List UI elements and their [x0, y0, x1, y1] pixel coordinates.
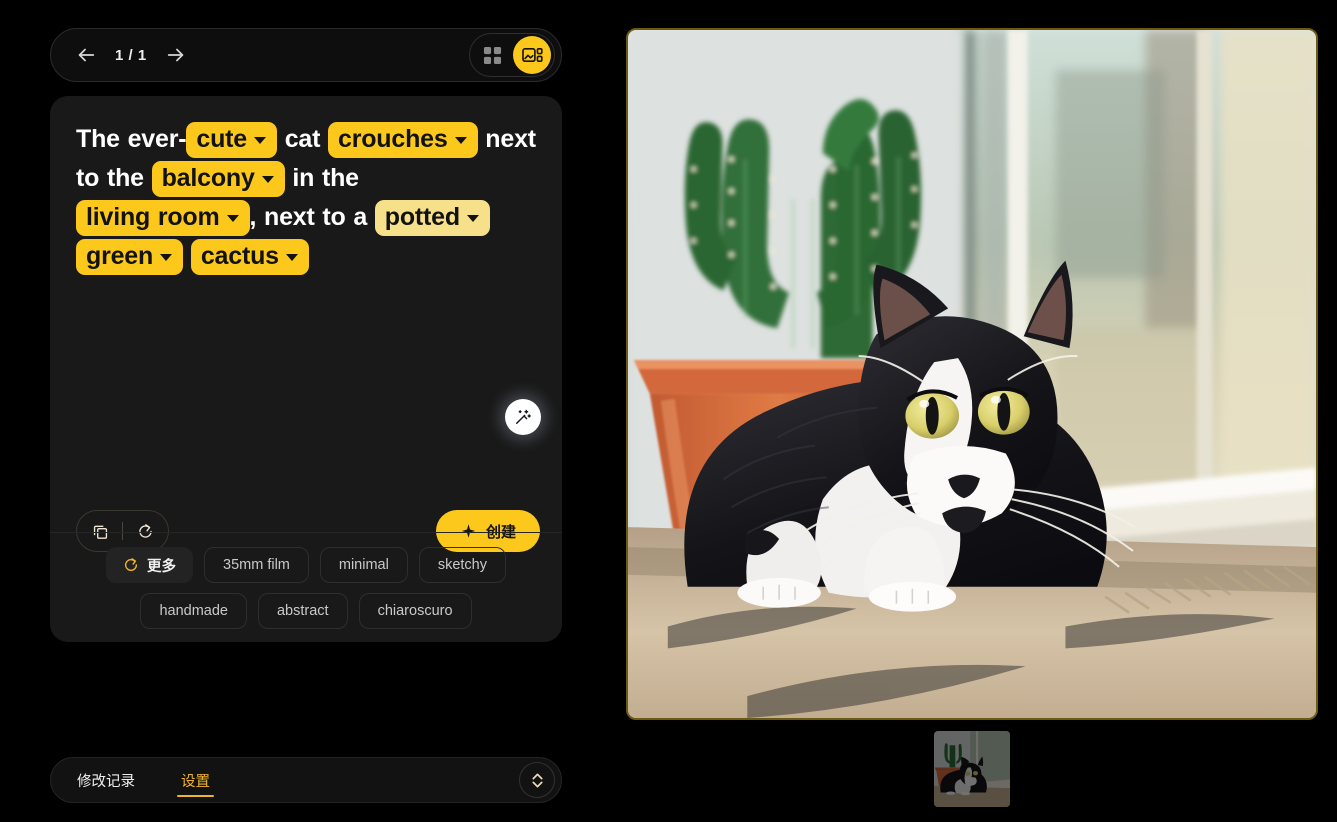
style-chip[interactable]: abstract — [257, 593, 348, 629]
prompt-static-text: cat — [276, 125, 328, 153]
style-row-1: 更多 35mm film minimal sketchy — [50, 547, 562, 583]
arrow-right-icon[interactable] — [161, 40, 191, 70]
style-chip[interactable]: chiaroscuro — [358, 593, 472, 629]
chevron-down-icon — [226, 215, 239, 222]
style-chip[interactable]: minimal — [319, 547, 408, 583]
prompt-chip-potted[interactable]: potted — [374, 200, 490, 236]
style-chip[interactable]: sketchy — [418, 547, 506, 583]
prompt-chip-label: potted — [384, 203, 460, 231]
navigation-bar: 1 / 1 — [50, 28, 562, 82]
prompt-chip-balcony[interactable]: balcony — [151, 161, 285, 197]
prompt-chip-label: balcony — [161, 164, 255, 192]
prompt-chip-cute[interactable]: cute — [186, 122, 277, 158]
chevron-down-icon — [285, 254, 298, 261]
refresh-icon — [123, 557, 139, 573]
left-panel: 1 / 1 The ever- cute cat crouches next t… — [50, 28, 562, 803]
more-styles-button[interactable]: 更多 — [106, 547, 193, 583]
prompt-text[interactable]: The ever-cute cat crouches next to the b… — [76, 120, 536, 276]
prompt-chip-label: crouches — [338, 125, 448, 153]
image-generation-app: 1 / 1 The ever- cute cat crouches next t… — [0, 0, 1337, 822]
tab-edit-history[interactable]: 修改记录 — [71, 758, 141, 802]
prompt-chip-living-room[interactable]: living room — [76, 200, 250, 236]
bottom-tab-bar: 修改记录 设置 — [50, 757, 562, 803]
thumbnail-strip — [626, 730, 1318, 808]
image-thumbnail[interactable] — [934, 731, 1010, 807]
chevron-updown-icon[interactable] — [519, 762, 555, 798]
magic-wand-icon[interactable] — [505, 399, 541, 435]
prompt-chip-label: green — [86, 242, 154, 270]
prompt-chip-cactus[interactable]: cactus — [190, 239, 309, 275]
generated-image[interactable] — [626, 28, 1318, 720]
chevron-down-icon — [253, 137, 266, 144]
prompt-static-text: , next to a — [249, 203, 375, 231]
prompt-chip-label: cute — [196, 125, 247, 153]
prompt-chip-crouches[interactable]: crouches — [328, 122, 478, 158]
prompt-static-text: The ever- — [76, 125, 187, 153]
style-chip[interactable]: 35mm film — [204, 547, 309, 583]
page-indicator: 1 / 1 — [115, 46, 147, 64]
view-mode-toggle — [469, 33, 555, 77]
style-row-2: handmade abstract chiaroscuro — [50, 593, 562, 629]
style-chip[interactable]: handmade — [140, 593, 247, 629]
image-content — [628, 30, 1316, 718]
prompt-static-text — [183, 242, 191, 270]
chevron-down-icon — [454, 137, 467, 144]
tab-settings[interactable]: 设置 — [175, 758, 216, 802]
style-suggestions: 更多 35mm film minimal sketchy handmade ab… — [50, 532, 562, 642]
grid-view-icon[interactable] — [473, 36, 511, 74]
chevron-down-icon — [160, 254, 173, 261]
prompt-chip-label: cactus — [200, 242, 279, 270]
thumbnail-content — [934, 731, 1010, 807]
detail-view-icon[interactable] — [513, 36, 551, 74]
prompt-static-text — [490, 203, 498, 231]
chevron-down-icon — [261, 176, 274, 183]
chevron-down-icon — [466, 215, 479, 222]
prompt-static-text: in the — [284, 164, 367, 192]
prompt-card[interactable]: The ever-cute cat crouches next to the b… — [50, 96, 562, 642]
prompt-chip-label: living room — [86, 203, 220, 231]
prompt-chip-green[interactable]: green — [76, 239, 184, 275]
arrow-left-icon[interactable] — [71, 40, 101, 70]
more-styles-label: 更多 — [147, 558, 176, 575]
